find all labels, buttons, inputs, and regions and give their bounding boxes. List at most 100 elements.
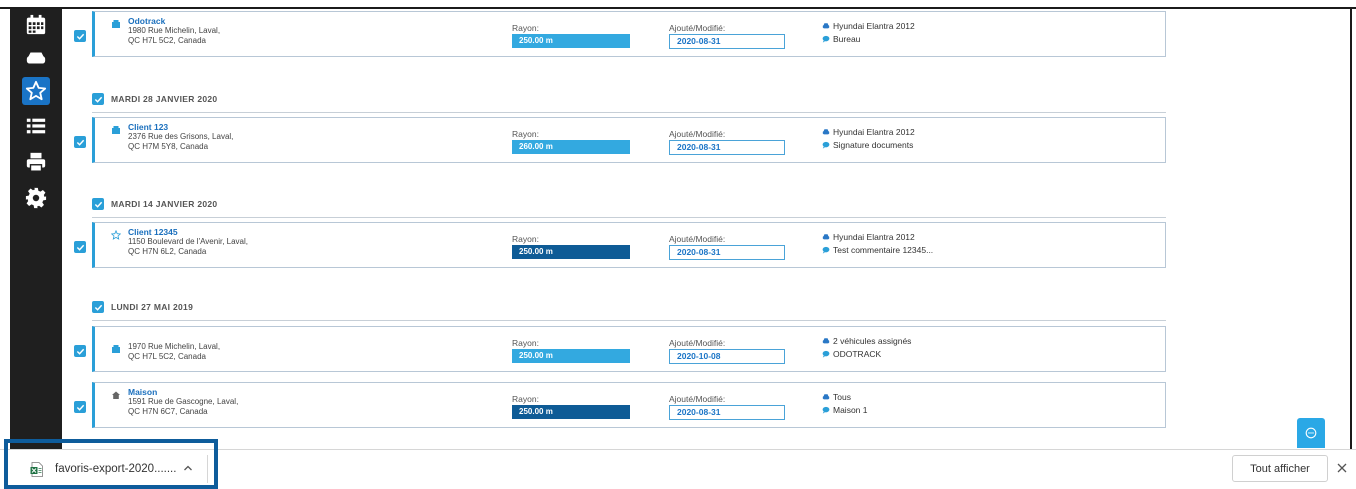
favorite-address: 1970 Rue Michelin, Laval, QC H7L 5C2, Can… (128, 342, 221, 361)
top-edge (0, 0, 1356, 9)
comment-icon (822, 406, 830, 414)
favorite-name: Client 12345 (128, 227, 178, 237)
rayon-label: Rayon: (512, 338, 539, 348)
date-checkbox[interactable] (92, 198, 104, 210)
close-icon[interactable] (1336, 462, 1348, 474)
vehicle-info: 2 véhicules assignés (822, 336, 911, 346)
sidebar-item-settings[interactable] (22, 184, 50, 212)
card-checkbox[interactable] (74, 345, 86, 357)
rayon-value: 250.00 m (512, 34, 630, 48)
rayon-value: 250.00 m (512, 245, 630, 259)
modified-date[interactable]: 2020-10-08 (669, 349, 785, 364)
card-checkbox[interactable] (74, 30, 86, 42)
favorite-card[interactable]: 1970 Rue Michelin, Laval, QC H7L 5C2, Can… (92, 326, 1166, 372)
date-checkbox[interactable] (92, 93, 104, 105)
car-icon (26, 52, 46, 64)
check-icon (76, 139, 84, 146)
modified-date[interactable]: 2020-08-31 (669, 34, 785, 49)
comment-info: Maison 1 (822, 405, 868, 415)
modified-label: Ajouté/Modifié: (669, 23, 726, 33)
date-label: MARDI 14 JANVIER 2020 (111, 199, 218, 209)
check-icon (76, 348, 84, 355)
comment-info: Signature documents (822, 140, 913, 150)
modified-date[interactable]: 2020-08-31 (669, 140, 785, 155)
comment-icon (822, 35, 830, 43)
printer-icon (26, 152, 46, 172)
home-icon (112, 391, 120, 399)
check-icon (94, 96, 102, 103)
modified-label: Ajouté/Modifié: (669, 394, 726, 404)
date-group-header: MARDI 28 JANVIER 2020 (92, 89, 1166, 113)
date-group-header: LUNDI 27 MAI 2019 (92, 297, 1166, 321)
car-icon (822, 338, 830, 344)
favorite-name: Client 123 (128, 122, 169, 132)
building-icon (112, 126, 120, 134)
sidebar (10, 9, 62, 449)
card-checkbox[interactable] (74, 401, 86, 413)
sidebar-item-favorites[interactable] (22, 77, 50, 105)
favorite-name: Odotrack (128, 16, 166, 26)
car-icon (822, 23, 830, 29)
rayon-label: Rayon: (512, 23, 539, 33)
sidebar-item-vehicle[interactable] (22, 44, 50, 72)
favorite-card[interactable]: Client 123 2376 Rue des Grisons, Laval, Q… (92, 117, 1166, 163)
modified-date[interactable]: 2020-08-31 (669, 405, 785, 420)
sidebar-item-print[interactable] (22, 148, 50, 176)
rayon-label: Rayon: (512, 234, 539, 244)
check-icon (94, 201, 102, 208)
favorite-card[interactable]: Client 12345 1150 Boulevard de l'Avenir,… (92, 222, 1166, 268)
gear-icon (25, 187, 47, 209)
rayon-value: 250.00 m (512, 349, 630, 363)
favorite-card[interactable]: Odotrack 1980 Rue Michelin, Laval, QC H7L… (92, 11, 1166, 57)
comment-icon (822, 141, 830, 149)
star-icon (25, 80, 47, 101)
check-icon (76, 33, 84, 40)
date-checkbox[interactable] (92, 301, 104, 313)
car-icon (822, 394, 830, 400)
modified-label: Ajouté/Modifié: (669, 234, 726, 244)
check-icon (76, 404, 84, 411)
comment-info: Test commentaire 12345... (822, 245, 933, 255)
favorite-address: 2376 Rue des Grisons, Laval, QC H7M 5Y8, … (128, 132, 234, 151)
favorite-address: 1591 Rue de Gascogne, Laval, QC H7N 6C7, … (128, 397, 239, 416)
comment-icon (822, 246, 830, 254)
chat-button[interactable] (1297, 418, 1325, 448)
building-icon (112, 345, 120, 353)
comment-info: Bureau (822, 34, 860, 44)
favorites-list: Odotrack 1980 Rue Michelin, Laval, QC H7L… (62, 9, 1166, 449)
modified-label: Ajouté/Modifié: (669, 338, 726, 348)
modified-date[interactable]: 2020-08-31 (669, 245, 785, 260)
comment-info: ODOTRACK (822, 349, 881, 359)
favorite-card[interactable]: Maison 1591 Rue de Gascogne, Laval, QC H7… (92, 382, 1166, 428)
sidebar-item-calendar[interactable] (22, 11, 50, 39)
sidebar-item-list[interactable] (22, 112, 50, 140)
check-icon (94, 304, 102, 311)
card-checkbox[interactable] (74, 136, 86, 148)
rayon-value: 250.00 m (512, 405, 630, 419)
favorite-name: Maison (128, 387, 158, 397)
download-highlight-box (4, 439, 218, 489)
app-window: Odotrack 1980 Rue Michelin, Laval, QC H7L… (0, 0, 1356, 489)
building-icon (112, 20, 120, 28)
comment-icon (822, 350, 830, 358)
calendar-icon (26, 14, 46, 35)
chat-icon (1305, 427, 1317, 439)
vehicle-info: Hyundai Elantra 2012 (822, 232, 915, 242)
check-icon (76, 244, 84, 251)
vehicle-info: Hyundai Elantra 2012 (822, 127, 915, 137)
favorite-address: 1150 Boulevard de l'Avenir, Laval, QC H7N… (128, 237, 248, 256)
card-checkbox[interactable] (74, 241, 86, 253)
right-edge (1350, 9, 1356, 449)
vehicle-info: Hyundai Elantra 2012 (822, 21, 915, 31)
vehicle-info: Tous (822, 392, 851, 402)
rayon-label: Rayon: (512, 129, 539, 139)
date-label: MARDI 28 JANVIER 2020 (111, 94, 218, 104)
show-all-button[interactable]: Tout afficher (1232, 455, 1328, 482)
favorite-address: 1980 Rue Michelin, Laval, QC H7L 5C2, Can… (128, 26, 221, 45)
date-label: LUNDI 27 MAI 2019 (111, 302, 194, 312)
star-outline-icon (111, 230, 121, 240)
car-icon (822, 234, 830, 240)
rayon-label: Rayon: (512, 394, 539, 404)
date-group-header: MARDI 14 JANVIER 2020 (92, 194, 1166, 218)
list-icon (26, 118, 46, 134)
